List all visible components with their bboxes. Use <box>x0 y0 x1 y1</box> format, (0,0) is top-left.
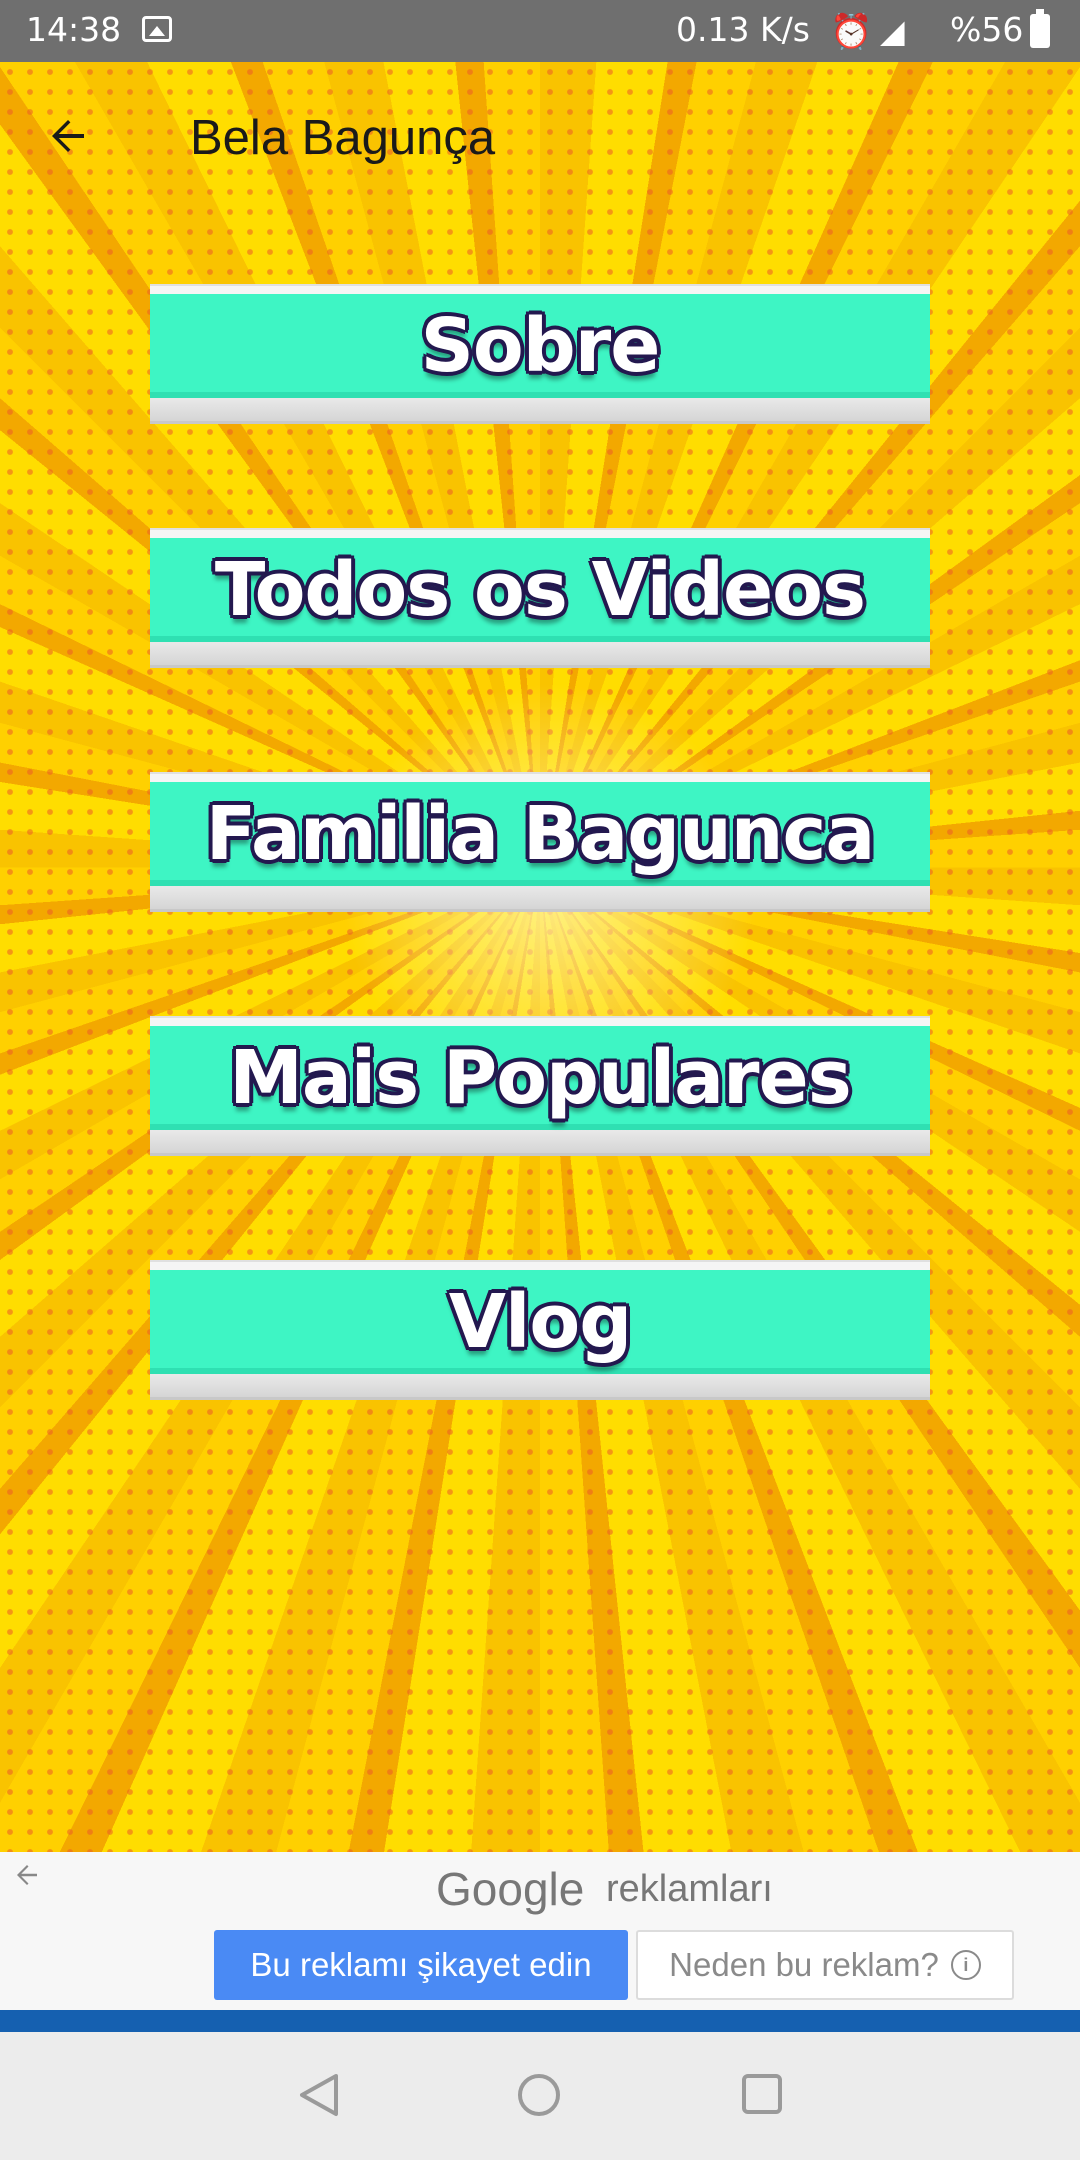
menu-button-label: Todos os Videos <box>214 547 866 633</box>
report-ad-label: Bu reklamı şikayet edin <box>250 1946 592 1983</box>
info-icon: i <box>950 1950 981 1980</box>
status-bar: 14:38 0.13 K/s ⏰ ◢ %56 <box>0 0 1080 62</box>
menu-button-label: Sobre <box>420 303 661 389</box>
battery-icon <box>1030 9 1050 48</box>
button-top-edge <box>150 1260 930 1270</box>
battery-percent: %56 <box>950 10 1024 49</box>
button-bottom-edge <box>150 642 930 668</box>
image-notification-icon <box>142 16 172 42</box>
menu-button-label: Vlog <box>448 1279 632 1365</box>
button-bottom-edge <box>150 398 930 424</box>
why-this-ad-button[interactable]: Neden bu reklam? i <box>636 1930 1014 2000</box>
menu-button-sobre[interactable]: Sobre <box>150 284 930 424</box>
button-bottom-edge <box>150 1130 930 1156</box>
menu-button-vlog[interactable]: Vlog <box>150 1260 930 1400</box>
menu-button-todos-os-videos[interactable]: Todos os Videos <box>150 528 930 668</box>
button-top-edge <box>150 772 930 782</box>
button-top-edge <box>150 284 930 294</box>
signal-icon: ◢ <box>880 12 905 50</box>
ad-divider-band <box>0 2010 1080 2032</box>
app-bar <box>0 62 1080 212</box>
button-bottom-edge <box>150 886 930 912</box>
page-title: Bela Bagunça <box>190 111 496 165</box>
menu-button-familia-bagunca[interactable]: Familia Bagunca <box>150 772 930 912</box>
button-top-edge <box>150 1016 930 1026</box>
system-nav-bar <box>0 2032 1080 2160</box>
why-this-ad-label: Neden bu reklam? <box>669 1946 939 1983</box>
arrow-back-icon[interactable] <box>44 112 92 160</box>
alarm-icon: ⏰ <box>830 12 873 52</box>
network-speed: 0.13 K/s <box>676 10 810 49</box>
ad-title: reklamları <box>606 1868 773 1910</box>
ad-back-arrow-icon[interactable] <box>12 1860 42 1890</box>
google-logo: Google <box>436 1863 585 1915</box>
nav-recents-icon[interactable] <box>740 2072 784 2116</box>
ad-banner: Google reklamları Bu reklamı şikayet edi… <box>0 1852 1080 2010</box>
status-time: 14:38 <box>26 10 122 49</box>
button-bottom-edge <box>150 1374 930 1400</box>
report-ad-button[interactable]: Bu reklamı şikayet edin <box>214 1930 628 2000</box>
menu-button-label: Mais Populares <box>229 1035 852 1121</box>
menu-button-label: Familia Bagunca <box>205 791 876 877</box>
nav-home-icon[interactable] <box>516 2072 562 2118</box>
menu-button-mais-populares[interactable]: Mais Populares <box>150 1016 930 1156</box>
nav-back-icon[interactable] <box>296 2072 340 2118</box>
button-top-edge <box>150 528 930 538</box>
